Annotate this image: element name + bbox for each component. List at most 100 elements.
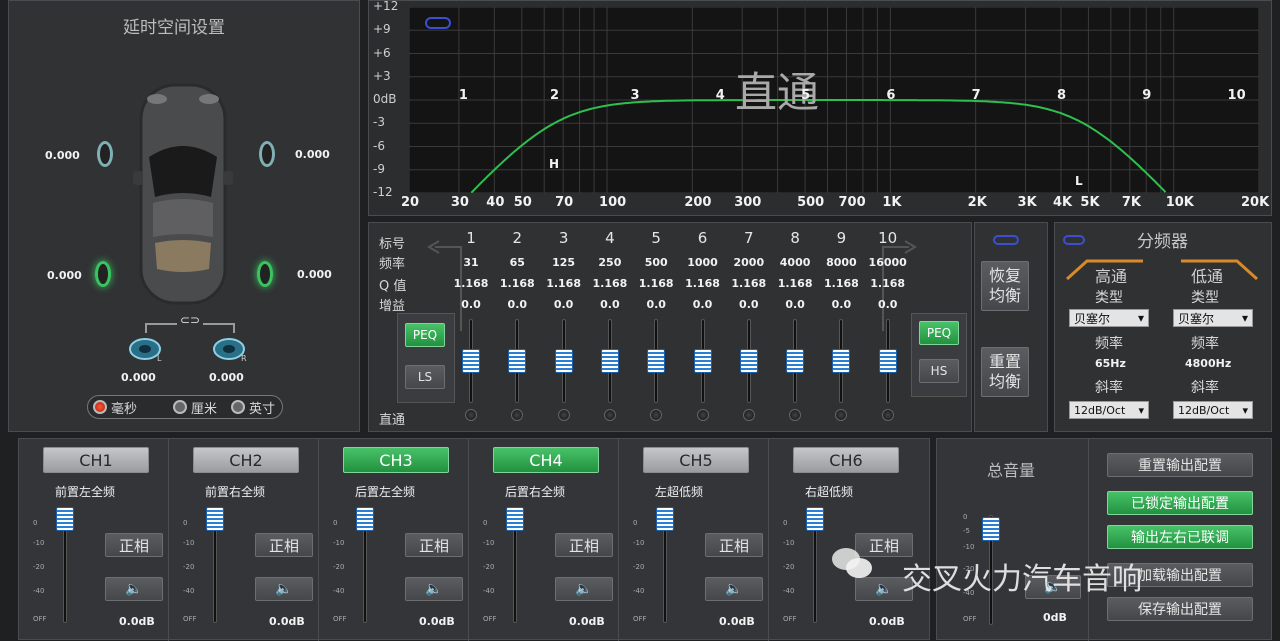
- eq-band-frequency[interactable]: 250: [588, 256, 632, 269]
- eq-band-frequency[interactable]: 31: [449, 256, 493, 269]
- locked-output-config-button[interactable]: 已锁定输出配置: [1107, 491, 1253, 515]
- phase-button[interactable]: 正相: [705, 533, 763, 557]
- sub-right-speaker-icon[interactable]: R: [211, 335, 251, 363]
- reset-output-config-button[interactable]: 重置输出配置: [1107, 453, 1253, 477]
- eq-link-icon[interactable]: [993, 235, 1019, 245]
- eq-band-bypass-dot[interactable]: [650, 409, 663, 421]
- channel-fader-knob[interactable]: [356, 507, 374, 531]
- eq-band-slider-knob[interactable]: [508, 349, 527, 373]
- eq-band-gain[interactable]: 0.0: [588, 298, 632, 311]
- eq-band-slider-knob[interactable]: [647, 349, 666, 373]
- sub-link-icon[interactable]: ⊂⊃: [177, 313, 204, 327]
- eq-band-gain[interactable]: 0.0: [681, 298, 725, 311]
- eq-band-bypass-dot[interactable]: [742, 409, 755, 421]
- lowpass-marker[interactable]: L: [1075, 174, 1083, 188]
- mute-button[interactable]: 🔈: [255, 577, 313, 601]
- eq-band-marker[interactable]: 6: [886, 88, 895, 103]
- eq-band-slider-knob[interactable]: [786, 349, 805, 373]
- channel-button[interactable]: CH1: [43, 447, 149, 473]
- eq-band-q[interactable]: 1.168: [542, 277, 586, 290]
- eq-band-marker[interactable]: 2: [550, 88, 559, 103]
- eq-band-frequency[interactable]: 65: [495, 256, 539, 269]
- eq-band-frequency[interactable]: 16000: [866, 256, 910, 269]
- channel-fader-knob[interactable]: [806, 507, 824, 531]
- master-volume-knob[interactable]: [982, 517, 1000, 541]
- channel-button[interactable]: CH5: [643, 447, 749, 473]
- eq-band-marker[interactable]: 10: [1228, 88, 1246, 103]
- hs-button[interactable]: HS: [919, 359, 959, 383]
- eq-band-q[interactable]: 1.168: [727, 277, 771, 290]
- eq-band-slider-knob[interactable]: [878, 349, 897, 373]
- restore-eq-button[interactable]: 恢复 均衡: [981, 261, 1029, 311]
- phase-button[interactable]: 正相: [255, 533, 313, 557]
- eq-band-marker[interactable]: 8: [1057, 88, 1066, 103]
- ls-button[interactable]: LS: [405, 365, 445, 389]
- eq-graph[interactable]: [409, 7, 1259, 193]
- eq-band-slider-knob[interactable]: [554, 349, 573, 373]
- eq-band-bypass-dot[interactable]: [789, 409, 802, 421]
- right-peq-button[interactable]: PEQ: [919, 321, 959, 345]
- eq-band-marker[interactable]: 5: [801, 88, 810, 103]
- lowpass-slope-select[interactable]: 12dB/Oct ▾: [1173, 401, 1253, 419]
- highpass-freq-value[interactable]: 65Hz: [1095, 357, 1126, 370]
- mute-button[interactable]: 🔈: [555, 577, 613, 601]
- unit-radio-inch[interactable]: [231, 400, 245, 414]
- eq-band-slider-knob[interactable]: [693, 349, 712, 373]
- channel-fader-knob[interactable]: [206, 507, 224, 531]
- eq-band-bypass-dot[interactable]: [603, 409, 616, 421]
- eq-band-marker[interactable]: 3: [630, 88, 639, 103]
- eq-band-q[interactable]: 1.168: [773, 277, 817, 290]
- eq-band-q[interactable]: 1.168: [634, 277, 678, 290]
- eq-band-marker[interactable]: 7: [972, 88, 981, 103]
- unit-radio-cm[interactable]: [173, 400, 187, 414]
- phase-button[interactable]: 正相: [105, 533, 163, 557]
- front-right-speaker-icon[interactable]: [259, 141, 275, 167]
- channel-fader-knob[interactable]: [656, 507, 674, 531]
- eq-band-frequency[interactable]: 4000: [773, 256, 817, 269]
- eq-band-bypass-dot[interactable]: [835, 409, 848, 421]
- phase-button[interactable]: 正相: [555, 533, 613, 557]
- mute-button[interactable]: 🔈: [105, 577, 163, 601]
- highpass-type-select[interactable]: 贝塞尔 ▾: [1069, 309, 1149, 327]
- eq-band-q[interactable]: 1.168: [866, 277, 910, 290]
- eq-band-bypass-dot[interactable]: [465, 409, 477, 421]
- eq-band-bypass-dot[interactable]: [881, 409, 894, 421]
- eq-band-gain[interactable]: 0.0: [634, 298, 678, 311]
- phase-button[interactable]: 正相: [405, 533, 463, 557]
- channel-button[interactable]: CH2: [193, 447, 299, 473]
- eq-band-gain[interactable]: 0.0: [449, 298, 493, 311]
- eq-band-gain[interactable]: 0.0: [495, 298, 539, 311]
- highpass-marker[interactable]: H: [549, 157, 559, 171]
- eq-band-frequency[interactable]: 500: [634, 256, 678, 269]
- eq-band-q[interactable]: 1.168: [495, 277, 539, 290]
- channel-button[interactable]: CH3: [343, 447, 449, 473]
- eq-band-q[interactable]: 1.168: [449, 277, 493, 290]
- eq-band-gain[interactable]: 0.0: [542, 298, 586, 311]
- eq-band-gain[interactable]: 0.0: [819, 298, 863, 311]
- left-peq-button[interactable]: PEQ: [405, 323, 445, 347]
- eq-band-gain[interactable]: 0.0: [727, 298, 771, 311]
- front-left-speaker-icon[interactable]: [97, 141, 113, 167]
- eq-band-gain[interactable]: 0.0: [773, 298, 817, 311]
- rear-left-speaker-icon[interactable]: [95, 261, 111, 287]
- highpass-slope-select[interactable]: 12dB/Oct ▾: [1069, 401, 1149, 419]
- eq-band-bypass-dot[interactable]: [511, 409, 524, 421]
- output-lr-linked-button[interactable]: 输出左右已联调: [1107, 525, 1253, 549]
- eq-band-slider-knob[interactable]: [832, 349, 851, 373]
- eq-band-bypass-dot[interactable]: [557, 409, 570, 421]
- sub-left-speaker-icon[interactable]: L: [127, 335, 167, 363]
- mute-button[interactable]: 🔈: [405, 577, 463, 601]
- channel-button[interactable]: CH6: [793, 447, 899, 473]
- eq-band-q[interactable]: 1.168: [681, 277, 725, 290]
- unit-radio-ms[interactable]: [93, 400, 107, 414]
- crossover-link-icon[interactable]: [1063, 235, 1085, 245]
- eq-band-slider-knob[interactable]: [739, 349, 758, 373]
- eq-band-marker[interactable]: 1: [459, 88, 468, 103]
- eq-band-gain[interactable]: 0.0: [866, 298, 910, 311]
- eq-graph-link-icon[interactable]: [425, 17, 451, 29]
- eq-band-frequency[interactable]: 2000: [727, 256, 771, 269]
- rear-right-speaker-icon[interactable]: [257, 261, 273, 287]
- lowpass-type-select[interactable]: 贝塞尔 ▾: [1173, 309, 1253, 327]
- eq-band-marker[interactable]: 9: [1142, 88, 1151, 103]
- save-output-config-button[interactable]: 保存输出配置: [1107, 597, 1253, 621]
